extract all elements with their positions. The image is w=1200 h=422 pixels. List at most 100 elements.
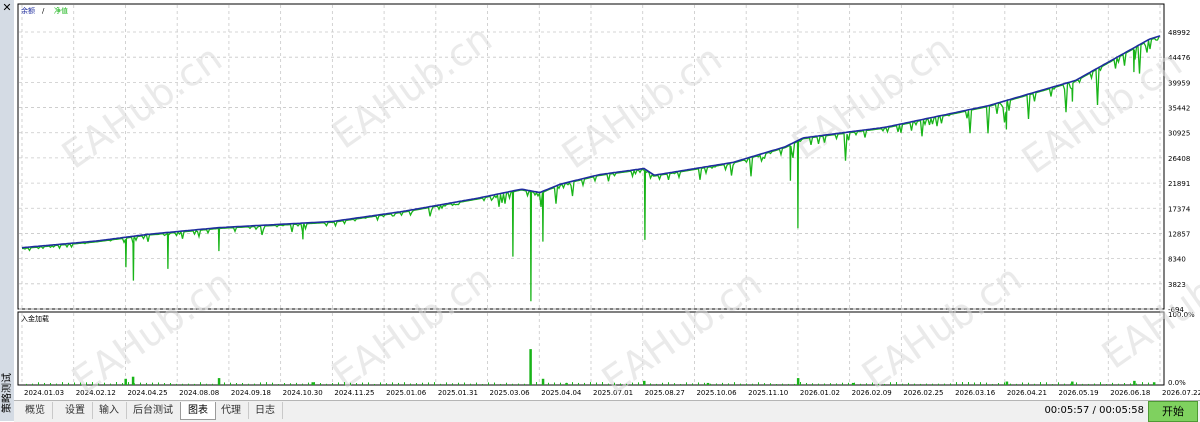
load-bar-minor [848,382,849,385]
load-bar-minor [632,382,633,385]
load-bar-minor [140,382,141,385]
load-bar-minor [530,383,531,385]
load-bar-minor [1082,383,1083,385]
load-bar-minor [50,382,51,385]
load-bar-minor [464,382,465,385]
load-bar-minor [872,382,873,385]
load-bar-minor [158,382,159,385]
load-bar-minor [560,382,561,385]
tab-6[interactable]: 日志 [248,402,283,419]
load-bar-minor [248,383,249,385]
tab-0[interactable]: 概览 [18,402,53,419]
load-bar-minor [128,382,129,385]
tab-4[interactable]: 图表 [180,402,216,420]
load-bar-minor [926,383,927,385]
load-bar-minor [860,383,861,385]
load-bar-minor [500,383,501,385]
load-bar-minor [1088,383,1089,385]
load-bar-minor [854,382,855,385]
load-bar-minor [440,383,441,385]
load-bar-minor [74,382,75,385]
load-bar-minor [842,382,843,385]
load-bar-minor [350,382,351,385]
load-bar-minor [1154,383,1155,385]
load-bar [1133,380,1136,385]
load-bar-minor [692,383,693,385]
load-bar-minor [386,383,387,385]
tester-tab-bar: 概览 设置 输入 后台测试 图表 代理 日志 00:05:57 / 00:05:58 开始 [14,400,1200,422]
load-bar-minor [98,383,99,385]
start-button[interactable]: 开始 [1148,401,1198,422]
load-bar-minor [1022,382,1023,385]
y-tick-label: 48992 [1168,29,1190,37]
load-bar-minor [482,383,483,385]
x-tick-label: 2026.05.19 [1059,389,1099,397]
close-icon[interactable]: ✕ [1,2,13,14]
watermark-text: EAHub.cn [64,261,240,402]
load-bar-minor [236,383,237,385]
load-bar-minor [938,383,939,385]
load-bar-minor [1094,383,1095,385]
load-bar-minor [902,383,903,385]
load-bar-minor [44,382,45,385]
load-bar-minor [368,382,369,385]
load-bar-minor [770,383,771,385]
load-bar-minor [638,382,639,385]
load-bar-minor [1052,383,1053,385]
load-bar-minor [734,382,735,385]
tab-5[interactable]: 代理 [214,402,249,419]
load-bar-minor [710,383,711,385]
load-bar-minor [728,383,729,385]
load-bar-minor [266,382,267,385]
load-bar-minor [284,383,285,385]
x-tick-label: 2025.11.10 [748,389,788,397]
load-bar-minor [398,382,399,385]
load-bar-minor [38,382,39,385]
x-tick-label: 2025.10.06 [696,389,737,397]
load-bar-minor [1112,382,1113,385]
load-bar-minor [572,382,573,385]
elapsed-timer: 00:05:57 / 00:05:58 [1044,405,1144,416]
load-bar-minor [1148,382,1149,385]
watermark-text: EAHub.cn [1014,41,1190,182]
x-tick-label: 2025.08.27 [645,389,685,397]
load-bar-minor [548,382,549,385]
tab-2[interactable]: 输入 [92,402,127,419]
load-bar-minor [410,383,411,385]
load-bar-minor [1040,382,1041,385]
load-bar-minor [272,382,273,385]
load-bar-minor [152,382,153,385]
load-bar-minor [422,382,423,385]
load-bar-minor [752,383,753,385]
load-bar-minor [164,383,165,385]
load-bar-minor [62,382,63,385]
load-bar-minor [824,383,825,385]
load-bar-minor [416,383,417,385]
load-bar-minor [224,382,225,385]
load-bar-minor [230,382,231,385]
load-bar-minor [1064,383,1065,385]
load-bar-minor [518,383,519,385]
load-bar-minor [776,383,777,385]
load-bar-minor [884,383,885,385]
load-bar-minor [746,383,747,385]
tab-3[interactable]: 后台测试 [126,402,181,419]
load-bar-minor [146,382,147,385]
load-bar-minor [1010,383,1011,385]
load-bar-minor [950,383,951,385]
load-bar-minor [596,382,597,385]
load-bar-minor [56,383,57,385]
load-bar-minor [356,383,357,385]
load-bar-minor [380,382,381,385]
load-bar-minor [914,383,915,385]
load-bar-minor [1028,382,1029,385]
load-bar-minor [794,383,795,385]
watermark-text: EAHub.cn [854,256,1030,397]
load-bar-minor [86,382,87,385]
tab-1[interactable]: 设置 [58,402,93,419]
load-bar-minor [194,383,195,385]
y-tick-label: 21891 [1168,180,1190,188]
load-bar-minor [200,382,201,385]
watermark-text: EAHub.cn [554,36,730,177]
load-bar-minor [1004,382,1005,385]
